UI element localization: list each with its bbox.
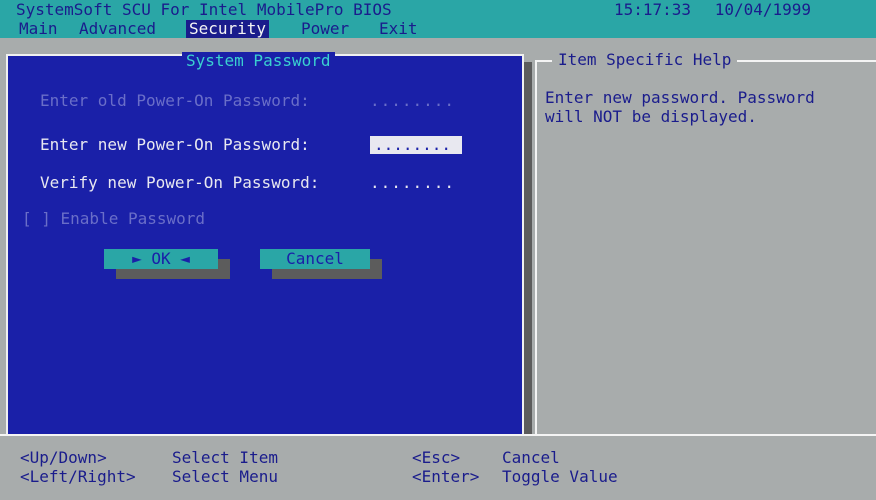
enable-password-checkbox[interactable]: [ ] Enable Password bbox=[22, 208, 205, 230]
hint-key-left-right: <Left/Right> bbox=[20, 467, 136, 486]
title-bar: SystemSoft SCU For Intel MobilePro BIOS … bbox=[0, 0, 876, 20]
hint-action-select-menu: Select Menu bbox=[172, 467, 278, 486]
time: 15:17:33 bbox=[614, 0, 692, 19]
old-password-row: Enter old Power-On Password: ........ bbox=[40, 90, 454, 112]
hint-key-esc: <Esc> bbox=[412, 448, 461, 467]
new-password-row[interactable]: Enter new Power-On Password: ........ bbox=[40, 134, 462, 156]
verify-password-field[interactable]: ........ bbox=[370, 172, 455, 194]
verify-password-label: Verify new Power-On Password: bbox=[40, 173, 320, 192]
cancel-button[interactable]: Cancel bbox=[260, 249, 370, 269]
new-password-field[interactable]: ........ bbox=[370, 136, 462, 154]
old-password-label: Enter old Power-On Password: bbox=[40, 91, 310, 110]
menu-security[interactable]: Security bbox=[186, 20, 270, 38]
app-title: SystemSoft SCU For Intel MobilePro BIOS bbox=[16, 0, 392, 19]
hint-action-cancel: Cancel bbox=[502, 448, 560, 467]
hint-action-select-item: Select Item bbox=[172, 448, 278, 467]
menu-advanced[interactable]: Advanced bbox=[76, 20, 159, 38]
ok-button[interactable]: ► OK ◄ bbox=[104, 249, 218, 269]
help-title: Item Specific Help bbox=[552, 50, 738, 70]
dialog-title: System Password bbox=[182, 52, 335, 70]
help-text: Enter new password. Password will NOT be… bbox=[545, 88, 815, 126]
hint-key-enter: <Enter> bbox=[412, 467, 480, 486]
hint-key-up-down: <Up/Down> bbox=[20, 448, 107, 467]
verify-password-row[interactable]: Verify new Power-On Password: ........ bbox=[40, 172, 454, 194]
menu-exit[interactable]: Exit bbox=[376, 20, 421, 38]
clock: 15:17:33 10/04/1999 bbox=[614, 0, 811, 20]
old-password-field: ........ bbox=[370, 91, 456, 110]
menu-main[interactable]: Main bbox=[16, 20, 61, 38]
key-hints-bar: <Up/Down> Select Item <Left/Right> Selec… bbox=[0, 434, 876, 500]
date: 10/04/1999 bbox=[714, 0, 812, 19]
hint-action-toggle-value: Toggle Value bbox=[502, 467, 618, 486]
menu-power[interactable]: Power bbox=[298, 20, 352, 38]
new-password-label: Enter new Power-On Password: bbox=[40, 135, 310, 154]
menu-bar: Main Advanced Security Power Exit bbox=[0, 20, 876, 38]
